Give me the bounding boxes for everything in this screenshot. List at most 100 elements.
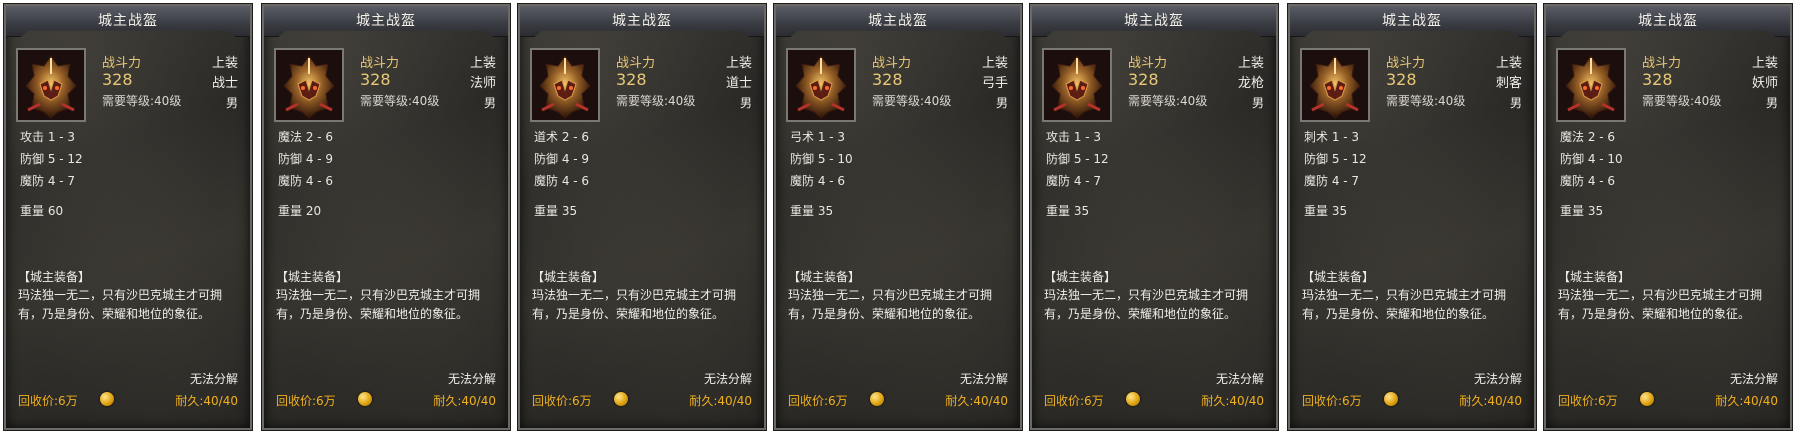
weight-value: 重量 60 xyxy=(20,204,64,218)
equip-slot: 上装 xyxy=(1237,56,1264,71)
item-name: 城主战盔 xyxy=(868,13,928,29)
equip-slot: 上装 xyxy=(981,56,1008,71)
equip-slot: 上装 xyxy=(211,56,238,71)
no-decompose-note: 无法分解 xyxy=(1473,372,1522,386)
item-tooltip-card: 城主战盔 战斗力 328 需要等级:40级 xyxy=(261,3,511,431)
helmet-icon xyxy=(530,48,600,122)
item-tooltip-card: 城主战盔 战斗力 328 需要等级:40级 xyxy=(773,3,1023,431)
set-title: 【城主装备】 xyxy=(1558,270,1631,284)
class-requirement: 法师 xyxy=(469,76,496,91)
item-name: 城主战盔 xyxy=(1124,13,1184,29)
stat-line: 魔法 2 - 6 xyxy=(1560,130,1616,144)
gender-requirement: 男 xyxy=(1251,96,1264,110)
combat-power-label: 战斗力 xyxy=(102,56,142,71)
no-decompose-note: 无法分解 xyxy=(1729,372,1778,386)
gold-coin-icon xyxy=(870,392,884,406)
class-requirement: 战士 xyxy=(211,76,238,91)
weight-value: 重量 35 xyxy=(790,204,834,218)
helmet-icon xyxy=(1300,48,1370,122)
set-title: 【城主装备】 xyxy=(1044,270,1117,284)
stat-line: 防御 4 - 9 xyxy=(278,152,334,166)
combat-power-value: 328 xyxy=(102,70,133,89)
recycle-price: 回收价:6万 xyxy=(788,394,848,408)
stat-line: 魔防 4 - 7 xyxy=(1046,174,1102,188)
item-name: 城主战盔 xyxy=(1638,13,1698,29)
item-tooltip-card: 城主战盔 战斗力 328 需要等级:40级 xyxy=(1029,3,1279,431)
combat-power-label: 战斗力 xyxy=(1386,56,1426,71)
gender-requirement: 男 xyxy=(225,96,238,110)
stat-line: 魔防 4 - 6 xyxy=(534,174,590,188)
no-decompose-note: 无法分解 xyxy=(959,372,1008,386)
item-description: 玛法独一无二，只有沙巴克城主才可拥有，乃是身份、荣耀和地位的象征。 xyxy=(1044,288,1249,321)
gold-coin-icon xyxy=(100,392,114,406)
item-description: 玛法独一无二，只有沙巴克城主才可拥有，乃是身份、荣耀和地位的象征。 xyxy=(1558,288,1763,321)
gold-coin-icon xyxy=(1126,392,1140,406)
item-tooltip-card: 城主战盔 战斗力 328 需要等级:40级 xyxy=(1287,3,1537,431)
gold-coin-icon xyxy=(358,392,372,406)
durability-value: 耐久:40/40 xyxy=(1459,394,1522,408)
helmet-icon xyxy=(274,48,344,122)
helmet-icon xyxy=(16,48,86,122)
stat-line: 防御 5 - 12 xyxy=(20,152,83,166)
weight-value: 重量 35 xyxy=(1046,204,1090,218)
item-description: 玛法独一无二，只有沙巴克城主才可拥有，乃是身份、荣耀和地位的象征。 xyxy=(788,288,993,321)
gold-coin-icon xyxy=(614,392,628,406)
class-requirement: 弓手 xyxy=(981,76,1008,91)
class-requirement: 妖师 xyxy=(1751,76,1778,91)
gold-coin-icon xyxy=(1640,392,1654,406)
stat-line: 攻击 1 - 3 xyxy=(20,130,76,144)
recycle-price: 回收价:6万 xyxy=(1302,394,1362,408)
item-name: 城主战盔 xyxy=(1382,13,1442,29)
stat-line: 攻击 1 - 3 xyxy=(1046,130,1102,144)
no-decompose-note: 无法分解 xyxy=(703,372,752,386)
combat-power-value: 328 xyxy=(872,70,903,89)
durability-value: 耐久:40/40 xyxy=(175,394,238,408)
stat-line: 魔法 2 - 6 xyxy=(278,130,334,144)
level-requirement: 需要等级:40级 xyxy=(1386,94,1466,108)
stat-line: 防御 5 - 10 xyxy=(790,152,853,166)
set-title: 【城主装备】 xyxy=(276,270,349,284)
set-title: 【城主装备】 xyxy=(18,270,91,284)
stat-line: 道术 2 - 6 xyxy=(534,130,590,144)
level-requirement: 需要等级:40级 xyxy=(616,94,696,108)
combat-power-value: 328 xyxy=(1642,70,1673,89)
class-requirement: 道士 xyxy=(725,76,752,91)
stat-line: 防御 5 - 12 xyxy=(1304,152,1367,166)
gold-coin-icon xyxy=(1384,392,1398,406)
combat-power-label: 战斗力 xyxy=(1642,56,1682,71)
combat-power-label: 战斗力 xyxy=(360,56,400,71)
equip-slot: 上装 xyxy=(725,56,752,71)
durability-value: 耐久:40/40 xyxy=(945,394,1008,408)
stat-line: 防御 4 - 9 xyxy=(534,152,590,166)
set-title: 【城主装备】 xyxy=(1302,270,1375,284)
gender-requirement: 男 xyxy=(483,96,496,110)
combat-power-label: 战斗力 xyxy=(616,56,656,71)
gender-requirement: 男 xyxy=(1765,96,1778,110)
helmet-icon xyxy=(786,48,856,122)
durability-value: 耐久:40/40 xyxy=(433,394,496,408)
equip-slot: 上装 xyxy=(1495,56,1522,71)
recycle-price: 回收价:6万 xyxy=(532,394,592,408)
item-tooltip-card: 城主战盔 战斗力 328 需要等级:40级 xyxy=(517,3,767,431)
durability-value: 耐久:40/40 xyxy=(689,394,752,408)
no-decompose-note: 无法分解 xyxy=(189,372,238,386)
stat-line: 魔防 4 - 6 xyxy=(1560,174,1616,188)
item-name: 城主战盔 xyxy=(612,13,672,29)
stat-line: 弓术 1 - 3 xyxy=(790,130,846,144)
stat-line: 魔防 4 - 7 xyxy=(1304,174,1360,188)
stat-line: 刺术 1 - 3 xyxy=(1304,130,1360,144)
item-name: 城主战盔 xyxy=(98,13,158,29)
equip-slot: 上装 xyxy=(1751,56,1778,71)
item-description: 玛法独一无二，只有沙巴克城主才可拥有，乃是身份、荣耀和地位的象征。 xyxy=(276,288,481,321)
level-requirement: 需要等级:40级 xyxy=(872,94,952,108)
level-requirement: 需要等级:40级 xyxy=(360,94,440,108)
combat-power-label: 战斗力 xyxy=(872,56,912,71)
class-requirement: 刺客 xyxy=(1495,76,1522,91)
recycle-price: 回收价:6万 xyxy=(1044,394,1104,408)
item-description: 玛法独一无二，只有沙巴克城主才可拥有，乃是身份、荣耀和地位的象征。 xyxy=(532,288,737,321)
helmet-icon xyxy=(1556,48,1626,122)
item-tooltip-card: 城主战盔 战斗力 328 需要等级:40级 xyxy=(1543,3,1793,431)
stat-line: 防御 4 - 10 xyxy=(1560,152,1623,166)
set-title: 【城主装备】 xyxy=(532,270,605,284)
stat-line: 魔防 4 - 7 xyxy=(20,174,76,188)
